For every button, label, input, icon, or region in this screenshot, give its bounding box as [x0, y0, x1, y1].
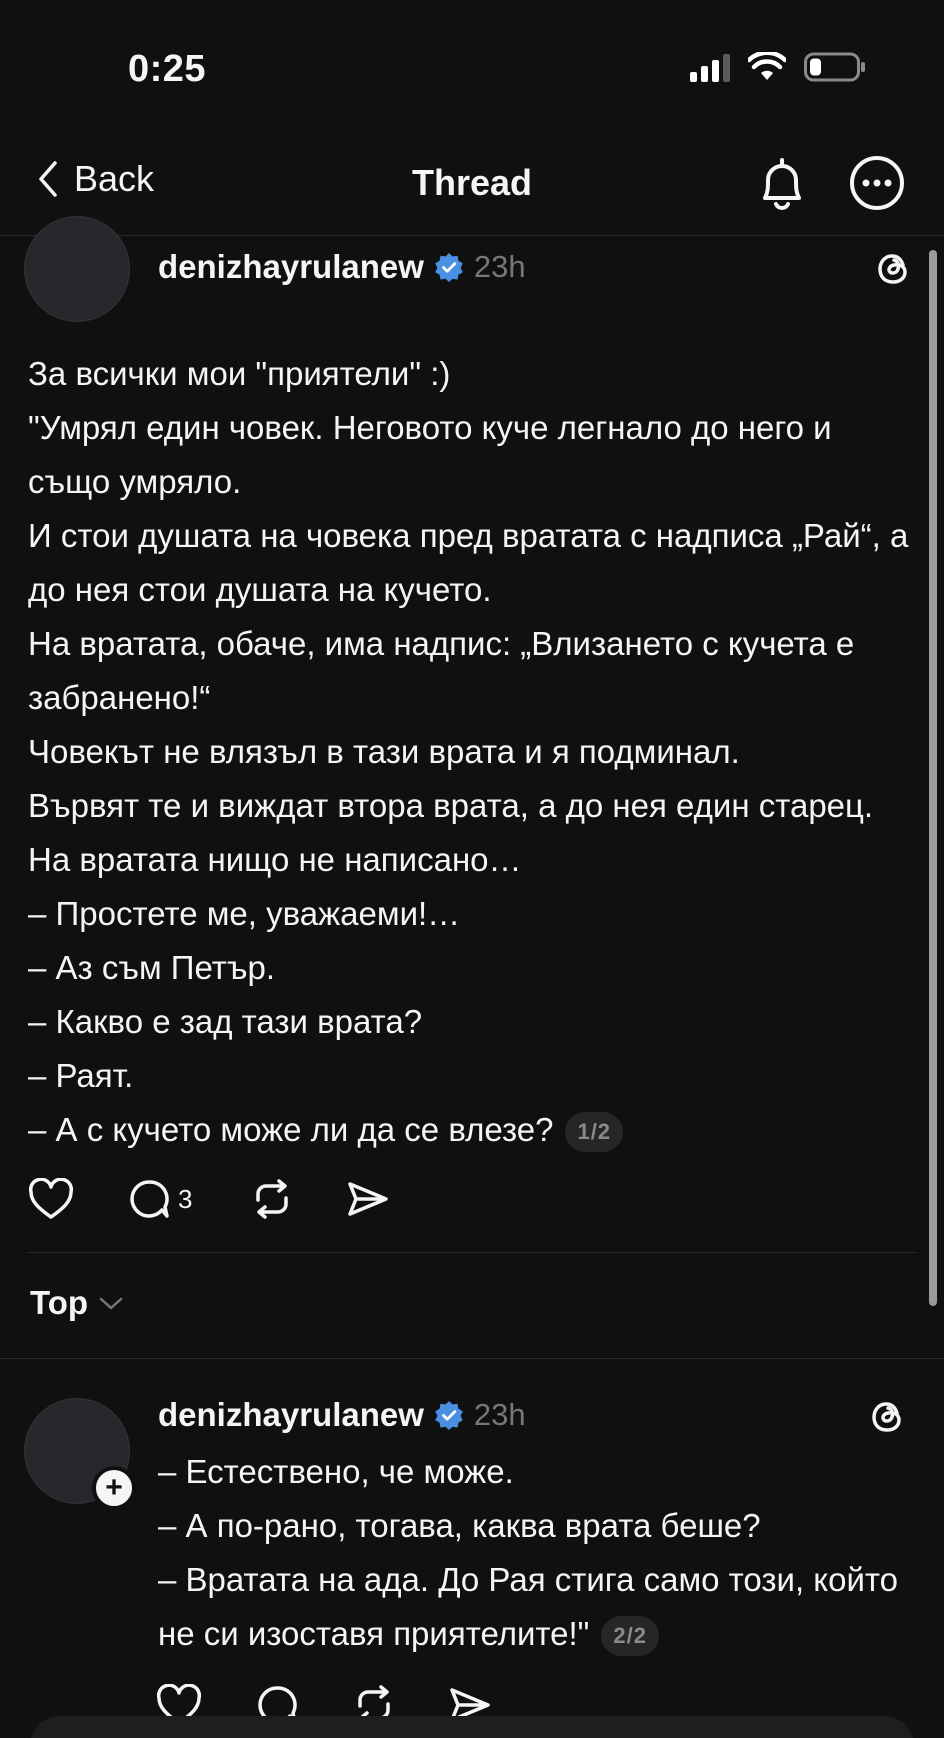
- post-line: – Какво е зад тази врата?: [28, 1003, 423, 1040]
- post-line: – Аз съм Петър.: [28, 949, 276, 986]
- post-line: И стои душата на човека пред вратата с н…: [28, 517, 909, 608]
- post-line-last: – А с кучето може ли да се влезе? 1/2: [28, 1103, 918, 1157]
- repost-button[interactable]: [250, 1178, 294, 1220]
- thread-screen: 0:25 Back Thread denizhayrulanew 23h За …: [0, 0, 944, 1738]
- page-badge: 2/2: [601, 1616, 659, 1657]
- sort-dropdown[interactable]: Top: [30, 1284, 124, 1322]
- threads-logo-icon[interactable]: [866, 1396, 908, 1438]
- cellular-signal-icon: [690, 52, 730, 82]
- more-icon[interactable]: [848, 154, 906, 212]
- follow-button[interactable]: +: [92, 1466, 136, 1510]
- page-badge: 1/2: [565, 1112, 624, 1153]
- post-line: – Раят.: [28, 1057, 134, 1094]
- post-line: – А с кучето може ли да се влезе?: [28, 1111, 554, 1148]
- verified-badge-icon: [435, 1401, 463, 1430]
- post-line: Вървят те и виждат втора врата, а до нея…: [28, 787, 874, 878]
- reply-count: 3: [178, 1183, 193, 1214]
- post-time: 23h: [473, 249, 526, 284]
- scrollbar[interactable]: [929, 250, 937, 1306]
- status-time: 0:25: [128, 48, 207, 90]
- post-text: За всички мои "приятели" :) "Умрял един …: [28, 347, 918, 1157]
- reply-line: – А по-рано, тогава, каква врата беше?: [158, 1507, 761, 1544]
- bell-icon[interactable]: [754, 154, 810, 214]
- reply-composer-bar[interactable]: [30, 1716, 914, 1738]
- post-username[interactable]: denizhayrulanew: [158, 248, 424, 286]
- avatar[interactable]: [24, 216, 130, 322]
- repost-icon: [256, 1179, 289, 1219]
- like-button[interactable]: [28, 1178, 74, 1220]
- post-line: За всички мои "приятели" :): [28, 355, 451, 392]
- threads-logo-icon[interactable]: [872, 248, 914, 290]
- reply-line: – Естествено, че може.: [158, 1453, 514, 1490]
- reply-text: – Естествено, че може. – А по-рано, тога…: [158, 1445, 918, 1661]
- wifi-icon: [748, 52, 786, 80]
- verified-badge-icon: [435, 253, 463, 282]
- status-bar: 0:25: [0, 0, 944, 120]
- navigation-header: Back Thread: [0, 140, 944, 236]
- reply-username[interactable]: denizhayrulanew: [158, 1396, 424, 1434]
- post-actions: 3: [28, 1178, 390, 1220]
- send-icon: [348, 1182, 389, 1216]
- share-button[interactable]: [346, 1178, 390, 1220]
- post-line: – Простете ме, уважаеми!…: [28, 895, 461, 932]
- sort-label: Top: [30, 1284, 89, 1321]
- reply-line-last: – Вратата на ада. До Рая стига само този…: [158, 1553, 918, 1661]
- divider: [28, 1252, 916, 1253]
- reply-line: – Вратата на ада. До Рая стига само този…: [158, 1561, 899, 1652]
- battery-icon: [804, 52, 865, 82]
- divider: [0, 1358, 944, 1359]
- post-author-row: denizhayrulanew 23h: [158, 248, 526, 286]
- post-line: На вратата, обаче, има надпис: „Влизанет…: [28, 625, 855, 716]
- comment-icon: [130, 1180, 169, 1218]
- post-line: Човекът не влязъл в тази врата и я подми…: [28, 733, 740, 770]
- status-icons: [690, 52, 866, 82]
- heart-icon: [28, 1178, 74, 1219]
- reply-time: 23h: [473, 1397, 526, 1432]
- reply-button[interactable]: 3: [128, 1178, 192, 1220]
- post-line: "Умрял един човек. Неговото куче легнало…: [28, 409, 832, 500]
- chevron-down-icon: [99, 1297, 123, 1310]
- reply-author-row: denizhayrulanew 23h: [158, 1396, 526, 1434]
